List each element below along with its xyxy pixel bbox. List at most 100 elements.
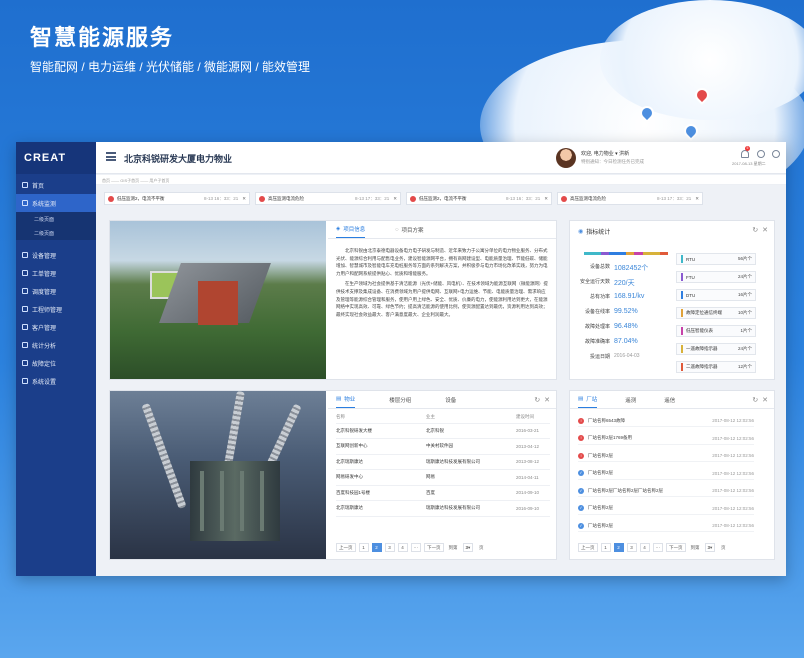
- nav-label: 设备管理: [32, 253, 57, 260]
- page-button[interactable]: ···: [652, 543, 663, 552]
- alert-icon: !: [578, 417, 584, 424]
- message-row[interactable]: ✓ 厂站名称2层 2017-08-12 12:02:56: [578, 503, 754, 515]
- page-button[interactable]: 4: [639, 543, 650, 552]
- table-row[interactable]: 北京瑞斯康达 瑞斯康达科技发展有限公司 2016-09-10: [336, 500, 550, 517]
- refresh-icon[interactable]: ↻: [534, 397, 540, 404]
- welcome-text[interactable]: 欢迎, 电力物业 ▾ 洪新: [581, 150, 629, 157]
- chart-icon: ◉: [578, 229, 584, 235]
- page-button[interactable]: 3: [384, 543, 395, 552]
- table-row[interactable]: 互联网创新中心 中关村软件园 2013-04-12: [336, 438, 550, 455]
- breadcrumb[interactable]: 首页 —— GIS子首页 —— 用户子首页: [96, 175, 786, 185]
- page-select[interactable]: 3 ▾: [704, 543, 716, 552]
- hero-subtitle: 智能配网 / 电力运维 / 光伏储能 / 微能源网 / 能效管理: [30, 60, 311, 74]
- avatar[interactable]: [556, 148, 576, 168]
- next-page-button[interactable]: 下一页: [424, 543, 444, 552]
- sidebar-item[interactable]: 统计分析: [16, 336, 96, 354]
- message-row[interactable]: ! 厂站名称2层 2017-08-12 12:02:56: [578, 450, 754, 462]
- alarm-time: 8-13 16：33：21: [505, 195, 541, 201]
- device-label: FTU: [686, 274, 695, 280]
- prev-page-button[interactable]: 上一页: [578, 543, 598, 552]
- datetime: 2017-08-13 星期二: [732, 161, 766, 166]
- device-label: 一遥故障指示器: [686, 346, 718, 351]
- sidebar-item[interactable]: 工单管理: [16, 264, 96, 282]
- table-row[interactable]: 北京科锐研发大楼 北京科锐 2016-03-21: [336, 423, 550, 439]
- message-row[interactable]: ! 厂站名称2层1769备用 2017-08-12 12:02:56: [578, 433, 754, 445]
- bulb-icon: ◌: [395, 227, 399, 233]
- title-text: 指标统计: [586, 230, 611, 236]
- device-label: 故障定位通信终端: [686, 310, 722, 315]
- panel-controls: ↻ ✕: [534, 396, 550, 404]
- nav-label: 客户管理: [32, 325, 57, 332]
- tab-telemetry[interactable]: 遥测: [625, 396, 636, 408]
- sidebar-item[interactable]: 客户管理: [16, 318, 96, 336]
- device-label: DTU: [686, 292, 696, 298]
- tab-project-info[interactable]: ◈ 项目信息: [336, 225, 366, 238]
- sidebar-item[interactable]: 首页: [16, 176, 96, 194]
- sidebar-subitem[interactable]: 二级页面: [16, 226, 96, 240]
- close-icon[interactable]: ✕: [762, 227, 768, 234]
- column-header: 名称: [336, 411, 426, 424]
- refresh-icon[interactable]: ↻: [752, 227, 758, 234]
- refresh-icon[interactable]: ↻: [752, 397, 758, 404]
- page-button[interactable]: 2: [371, 543, 382, 552]
- tab-property[interactable]: ▤ 物业: [336, 395, 356, 408]
- menu-icon[interactable]: [106, 152, 116, 161]
- page-button[interactable]: 4: [397, 543, 408, 552]
- sidebar-item[interactable]: 设备管理: [16, 246, 96, 264]
- metric-value: 168.91/kv: [614, 293, 645, 300]
- metric-row: 投运日期 2016-04-03: [574, 353, 664, 360]
- info-tabs: ◈ 项目信息 ◌ 项目方案: [328, 221, 556, 239]
- alarm-time: 8-13 17：33：21: [656, 195, 692, 201]
- table-row[interactable]: 北京瑞斯康达 瑞斯康达科技发展有限公司 2013-08-12: [336, 454, 550, 470]
- tab-label: 遥测: [625, 398, 637, 404]
- close-icon[interactable]: ✕: [544, 196, 548, 202]
- page-select[interactable]: 3 ▾: [462, 543, 474, 552]
- sidebar-item[interactable]: 系统监测: [16, 194, 96, 212]
- page-button[interactable]: ···: [410, 543, 421, 552]
- nav-label: 工程师管理: [32, 307, 63, 314]
- table-row[interactable]: 百度科技园1号楼 百度 2014-09-10: [336, 485, 550, 501]
- device-label: 二遥故障指示器: [686, 364, 718, 369]
- table-row[interactable]: 网易研发中心 网易 2014-04-11: [336, 469, 550, 486]
- message-row[interactable]: ✓ 厂站名称2层厂站名称2层厂站名称2层 2017-08-12 12:02:56: [578, 485, 754, 497]
- close-icon[interactable]: ✕: [544, 397, 550, 404]
- sidebar-item[interactable]: 系统设置: [16, 372, 96, 390]
- page-button[interactable]: 3: [626, 543, 637, 552]
- alarm-item[interactable]: 高压监测电流危险 8-13 17：33：21 ✕: [255, 192, 401, 205]
- tab-device[interactable]: 设备: [445, 396, 456, 408]
- table-cell: 中关村软件园: [426, 438, 516, 455]
- settings-icon[interactable]: [757, 150, 765, 158]
- next-page-button[interactable]: 下一页: [666, 543, 686, 552]
- alarm-text: 低压监测2，电流不平衡: [419, 195, 467, 201]
- logout-icon[interactable]: [772, 150, 780, 158]
- table-cell: 2016-09-10: [516, 500, 550, 517]
- page-button[interactable]: 1: [358, 543, 369, 552]
- bell-icon[interactable]: [741, 150, 749, 158]
- tab-project-plan[interactable]: ◌ 项目方案: [395, 226, 423, 238]
- page-button[interactable]: 2: [613, 543, 624, 552]
- project-description: 北京科锐由北京泰德电器设备电力电子研发与制造、近年来致力于公寓分单位的电力物业服…: [336, 247, 550, 321]
- message-row[interactable]: ✓ 厂站名称2层 2017-08-12 12:02:56: [578, 520, 754, 532]
- tab-telesignal[interactable]: 遥信: [664, 396, 675, 408]
- color-marker: [681, 327, 683, 335]
- sidebar-item[interactable]: 故障定位: [16, 354, 96, 372]
- page-button[interactable]: 1: [600, 543, 611, 552]
- tab-label: 项目信息: [343, 227, 366, 233]
- alarm-item[interactable]: 高压监测电流危险 8-13 17：33：21 ✕: [557, 192, 703, 205]
- sidebar-item[interactable]: 调度管理: [16, 282, 96, 300]
- close-icon[interactable]: ✕: [762, 397, 768, 404]
- close-icon[interactable]: ✕: [242, 196, 246, 202]
- alarm-item[interactable]: 低压监测2，电流不平衡 8-13 16：33：21 ✕: [406, 192, 552, 205]
- alarm-item[interactable]: 低压监测2，电流不平衡 8-13 16：33：21 ✕: [104, 192, 250, 205]
- message-row[interactable]: ✓ 厂站名称2层 2017-08-12 12:02:56: [578, 468, 754, 480]
- close-icon[interactable]: ✕: [393, 196, 397, 202]
- sidebar-subitem[interactable]: 二级页面: [16, 212, 96, 226]
- prev-page-button[interactable]: 上一页: [336, 543, 356, 552]
- message-row[interactable]: ! 厂站名称6543故障 2017-08-12 12:02:56: [578, 415, 754, 427]
- message-date: 2017-08-12 12:02:56: [712, 453, 754, 458]
- sidebar-item[interactable]: 工程师管理: [16, 300, 96, 318]
- close-icon[interactable]: ✕: [695, 196, 699, 202]
- tab-floor-group[interactable]: 楼层分组: [389, 396, 411, 408]
- tab-station[interactable]: ▤ 厂站: [578, 395, 598, 408]
- building-photo: [110, 221, 326, 379]
